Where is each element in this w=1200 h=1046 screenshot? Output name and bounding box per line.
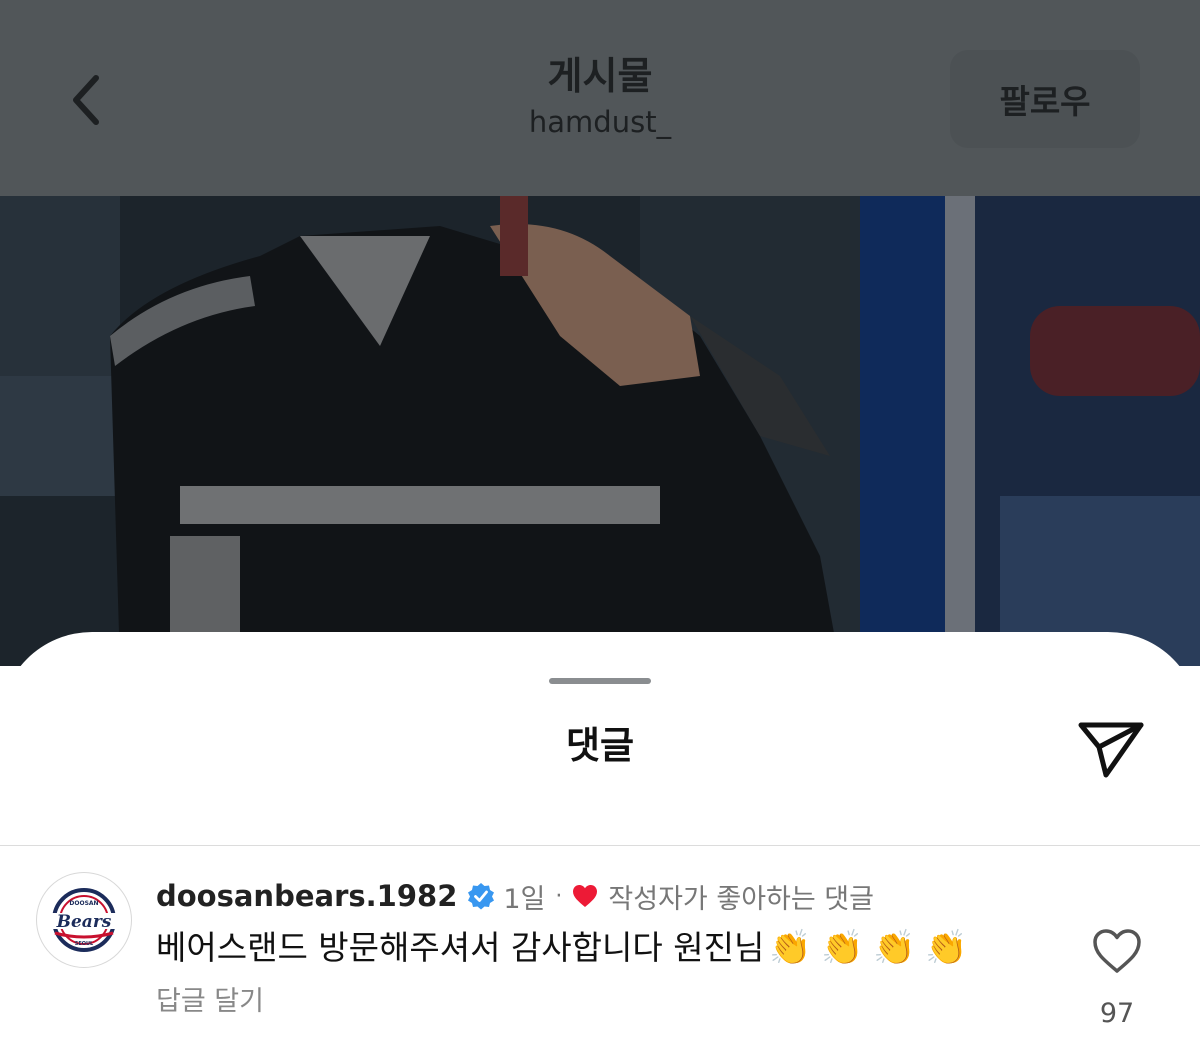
sheet-grabber[interactable]	[549, 678, 651, 684]
comment-username[interactable]: doosanbears.1982	[156, 879, 457, 913]
sheet-divider	[0, 845, 1200, 846]
clap-emoji: 👏	[821, 928, 864, 968]
like-button[interactable]	[1090, 926, 1144, 976]
clap-emoji: 👏	[769, 928, 812, 968]
comment-body: 베어스랜드 방문해주셔서 감사합니다 원진님 👏 👏 👏 👏	[156, 924, 972, 972]
heart-filled-icon	[572, 884, 598, 908]
post-photo-image	[0, 196, 1200, 666]
doosan-bears-logo: DOOSAN Bears SEOUL	[47, 888, 121, 952]
post-header: 게시물 hamdust_ 팔로우	[0, 0, 1200, 196]
clap-emoji: 👏	[925, 928, 968, 968]
reply-button[interactable]: 답글 달기	[156, 984, 264, 1020]
post-photo	[0, 196, 1200, 666]
svg-text:Bears: Bears	[56, 912, 112, 932]
like-count: 97	[1099, 998, 1135, 1029]
post-comments-screen: 게시물 hamdust_ 팔로우 댓글 DOOSAN Bears SEOUL d…	[0, 0, 1200, 1046]
comment-time: 1일	[503, 883, 546, 915]
follow-button[interactable]: 팔로우	[950, 50, 1140, 148]
paper-plane-icon	[1078, 722, 1144, 778]
svg-text:DOOSAN: DOOSAN	[69, 900, 98, 907]
comment-text: 베어스랜드 방문해주셔서 감사합니다 원진님	[156, 928, 765, 967]
clap-emoji: 👏	[873, 928, 916, 968]
liked-by-author-label: 작성자가 좋아하는 댓글	[608, 883, 874, 915]
verified-badge-icon	[467, 882, 495, 910]
share-button[interactable]	[1074, 712, 1148, 786]
heart-outline-icon	[1093, 929, 1141, 973]
svg-text:SEOUL: SEOUL	[75, 941, 94, 947]
meta-separator: ·	[555, 883, 563, 909]
avatar[interactable]: DOOSAN Bears SEOUL	[36, 872, 132, 968]
comments-title: 댓글	[565, 724, 635, 767]
comment-meta: doosanbears.1982 1일 · 작성자가 좋아하는 댓글	[156, 876, 874, 916]
